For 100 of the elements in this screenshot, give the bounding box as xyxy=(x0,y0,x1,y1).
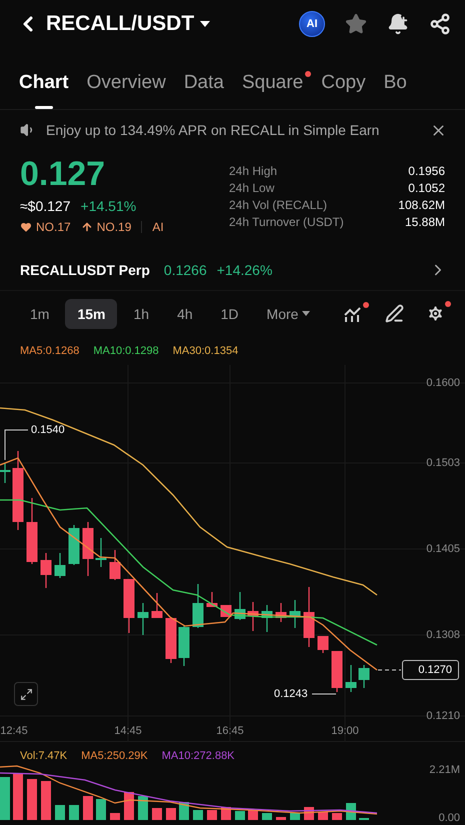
tab[interactable]: Square xyxy=(242,57,312,109)
x-axis-label: 16:45 xyxy=(216,725,244,737)
tab[interactable]: Overview xyxy=(86,57,174,109)
volume-bar xyxy=(332,813,342,820)
ma-legend: MA30:0.1354 xyxy=(172,344,238,356)
interval-tab[interactable]: 1D xyxy=(208,298,251,328)
more-dropdown[interactable]: More xyxy=(254,298,322,328)
stat-value: 108.62M xyxy=(398,198,445,212)
last-price-tag: 0.1270 xyxy=(402,660,459,680)
candle xyxy=(248,602,258,631)
x-axis-label: 12:45 xyxy=(0,725,28,737)
candle xyxy=(68,525,80,565)
bell-icon[interactable] xyxy=(387,13,409,35)
candle xyxy=(234,592,246,620)
candle xyxy=(82,522,94,576)
expand-button[interactable] xyxy=(14,682,38,706)
caret-icon xyxy=(302,311,310,316)
volume-legend: MA5:250.29K xyxy=(81,750,148,762)
rank-label[interactable]: NO.17 xyxy=(36,220,71,234)
stat-value: 0.1052 xyxy=(408,181,445,195)
candle xyxy=(262,605,272,632)
candle xyxy=(346,665,356,692)
volume-bar xyxy=(55,805,65,820)
volume-bar xyxy=(193,810,203,820)
caret-icon[interactable] xyxy=(200,21,210,27)
tab[interactable]: Copy xyxy=(321,57,374,109)
stat-label: 24h Vol (RECALL) xyxy=(229,198,328,212)
candle xyxy=(152,593,162,618)
candle xyxy=(110,550,120,580)
volume-bar xyxy=(41,781,51,820)
candle xyxy=(276,603,286,622)
volume-bar xyxy=(207,810,217,820)
leader-line xyxy=(4,430,28,460)
volume-bar xyxy=(152,808,162,820)
volume-bar xyxy=(0,777,10,820)
volume-legend: MA10:272.88K xyxy=(162,750,235,762)
ma-legend: MA5:0.1268 xyxy=(20,344,80,356)
interval-tab[interactable]: 1m xyxy=(18,298,62,328)
volume-bar xyxy=(13,773,23,820)
high-price-marker: 0.1540 xyxy=(31,424,65,436)
volume-bar xyxy=(83,796,93,820)
candle xyxy=(178,626,190,666)
y-axis-label: 0.1503 xyxy=(426,457,460,469)
promo-banner-text[interactable]: Enjoy up to 134.49% APR on RECALL in Simple Earn xyxy=(46,122,380,138)
y-axis-label: 2.21M xyxy=(429,764,460,776)
tab[interactable]: Data xyxy=(184,57,232,109)
volume-bar xyxy=(124,792,134,820)
interval-tab[interactable]: 15m xyxy=(65,298,118,328)
volume-bar xyxy=(96,799,106,820)
star-icon[interactable] xyxy=(345,13,367,35)
candle xyxy=(206,592,218,607)
perp-price: 0.1266 xyxy=(164,262,207,278)
rank-label[interactable]: NO.19 xyxy=(96,220,132,234)
share-icon[interactable] xyxy=(429,13,451,35)
price-change: +14.51% xyxy=(80,198,136,214)
candle xyxy=(192,584,204,628)
candle xyxy=(318,636,328,653)
candle xyxy=(124,579,134,633)
candle xyxy=(332,651,342,692)
pair-title[interactable]: RECALL/USDT xyxy=(46,12,194,36)
ma-legend: MA10:0.1298 xyxy=(93,344,159,356)
perp-change: +14.26% xyxy=(216,262,272,278)
volume-bar xyxy=(262,813,272,820)
expand-icon xyxy=(20,688,32,700)
perp-name[interactable]: RECALLUSDT Perp xyxy=(20,262,150,278)
candle xyxy=(358,665,370,688)
ai-label[interactable]: AI xyxy=(152,220,164,234)
candle xyxy=(138,603,148,635)
candle xyxy=(290,600,300,628)
interval-tab[interactable]: 1h xyxy=(121,298,162,328)
volume-bar xyxy=(276,817,286,820)
candle xyxy=(40,553,52,588)
y-axis-label: 0.1308 xyxy=(426,629,460,641)
low-price-marker: 0.1243 xyxy=(274,688,308,700)
candle xyxy=(166,618,176,663)
tab[interactable]: Bo xyxy=(384,57,415,109)
x-axis-label: 19:00 xyxy=(331,725,359,737)
candle xyxy=(304,587,314,647)
candle xyxy=(0,463,10,483)
volume-bar xyxy=(248,810,258,820)
y-axis-label: 0.00 xyxy=(438,812,460,824)
volume-bar xyxy=(27,779,37,820)
volume-bar xyxy=(166,808,176,820)
x-axis-label: 14:45 xyxy=(114,725,142,737)
volume-bar xyxy=(69,805,79,820)
volume-bar xyxy=(235,811,245,820)
stat-value: 15.88M xyxy=(404,215,445,229)
ai-badge[interactable]: AI xyxy=(299,11,325,37)
heart-icon xyxy=(20,221,32,233)
stat-label: 24h Low xyxy=(229,181,274,195)
tab[interactable]: Chart xyxy=(19,57,77,109)
y-axis-label: 0.1210 xyxy=(426,710,460,722)
volume-bar xyxy=(110,813,120,820)
candle xyxy=(54,553,66,578)
volume-bar xyxy=(138,796,148,820)
candle xyxy=(96,538,106,567)
arrow-up-icon xyxy=(80,221,93,233)
interval-tab[interactable]: 4h xyxy=(165,298,205,328)
stat-label: 24h High xyxy=(229,164,278,178)
volume-bar xyxy=(290,813,300,820)
